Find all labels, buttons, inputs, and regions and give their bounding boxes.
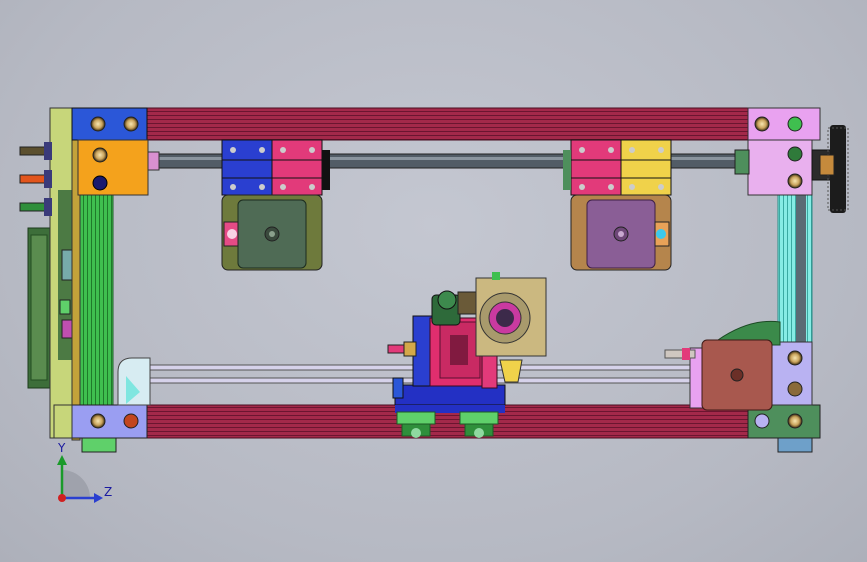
cad-viewport[interactable]: Y Z [0,0,867,562]
assembly-drawing: Y Z [19,107,849,503]
corner-block-top-left [71,107,149,196]
right-vertical-rail [777,194,813,346]
right-carriage [563,139,672,271]
center-carriage [387,272,547,406]
y-axis-label: Y [57,441,66,455]
left-vertical-rail [77,194,114,406]
left-carriage [221,139,330,271]
top-frame-rail [146,107,753,141]
connectors [19,142,52,216]
z-axis-label: Z [104,485,112,499]
corner-block-bottom-left [53,404,148,453]
corner-block-top-right [734,107,821,196]
